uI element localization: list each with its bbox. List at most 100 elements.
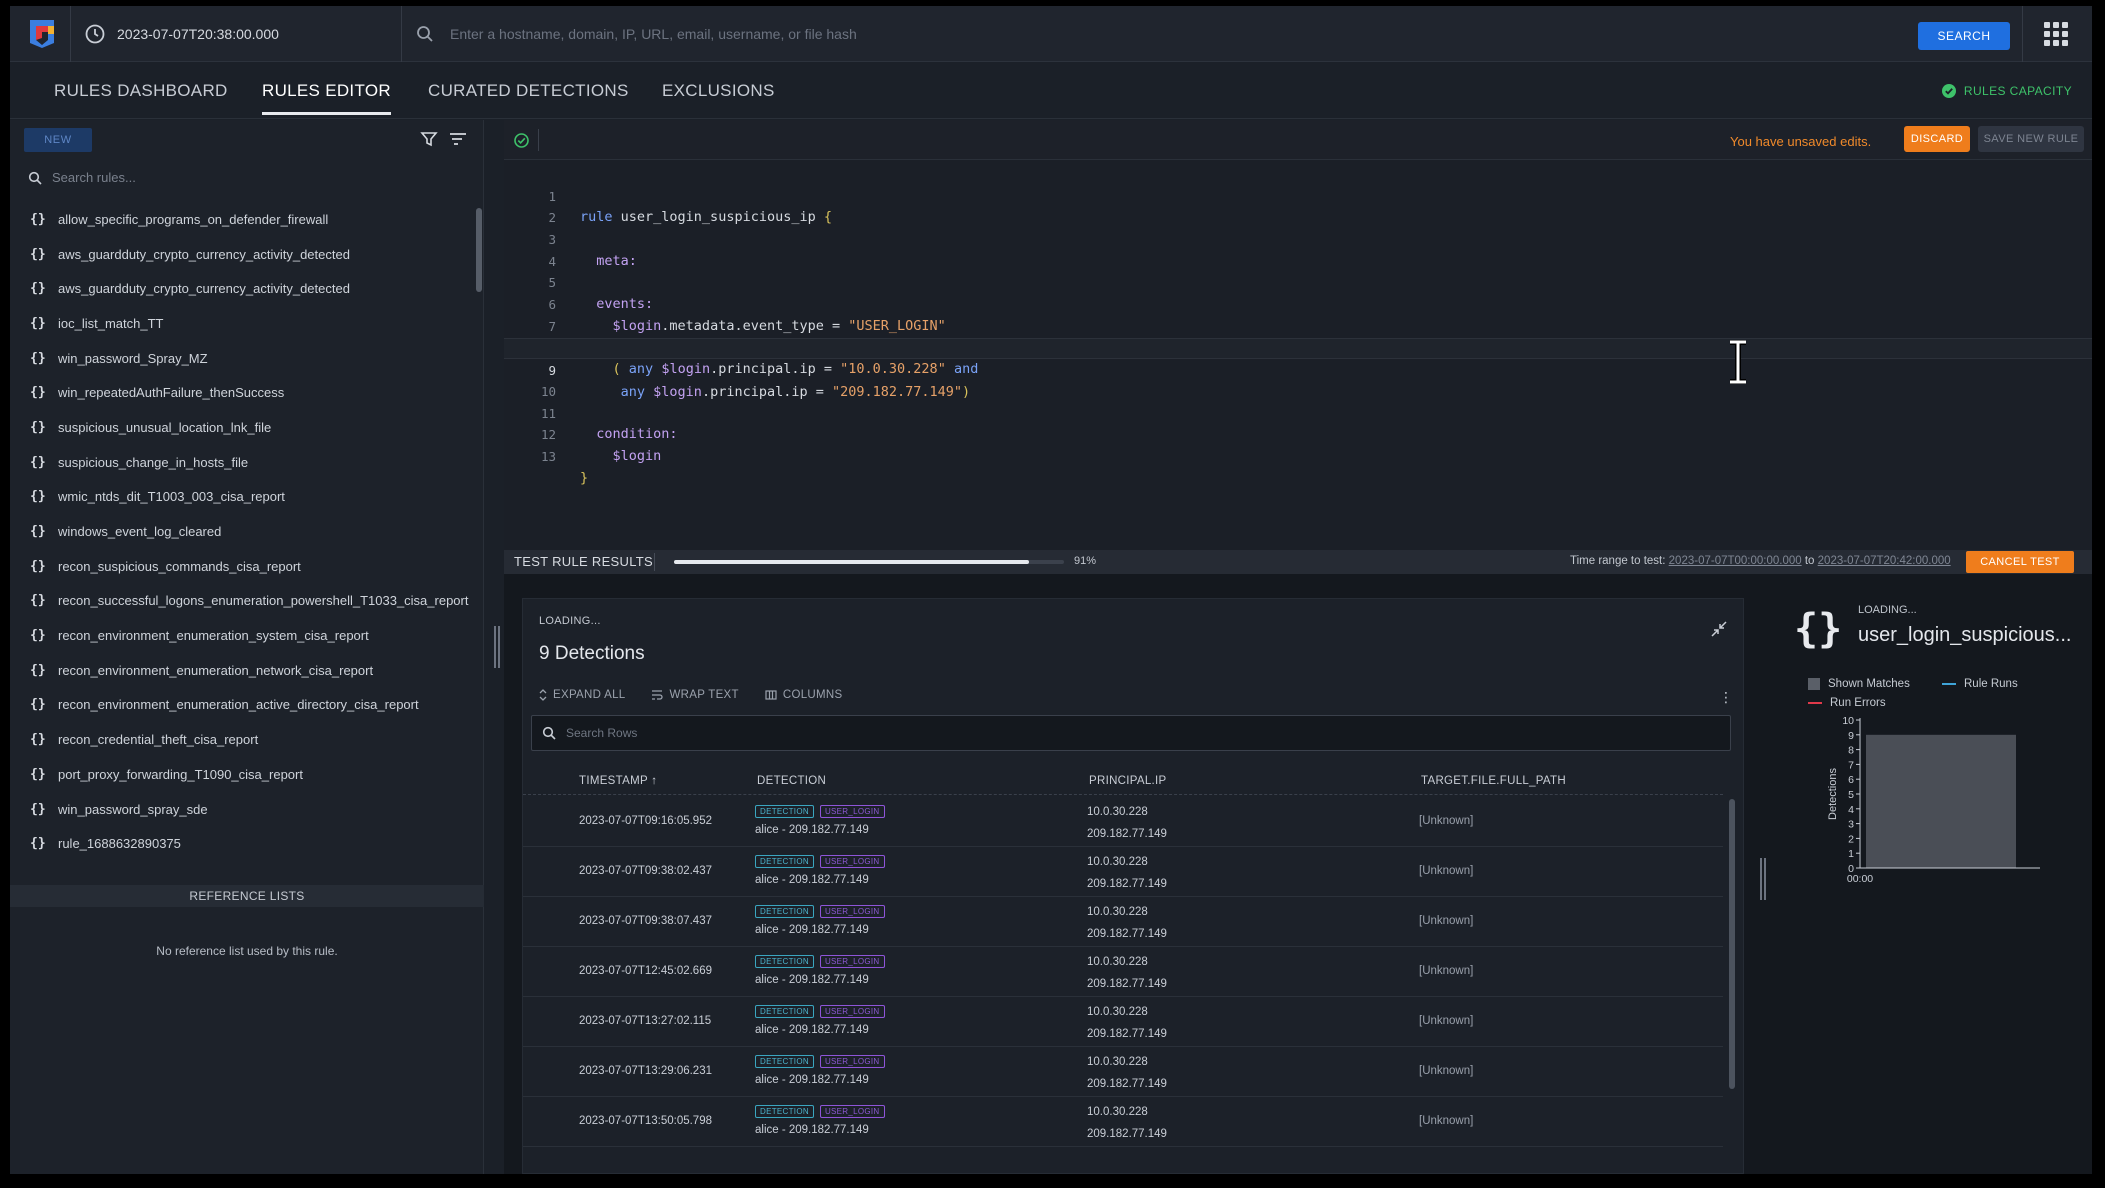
rule-list-item[interactable]: {} aws_guardduty_crypto_currency_activity… bbox=[10, 237, 484, 272]
rule-list-item[interactable]: {} recon_successful_logons_enumeration_po… bbox=[10, 584, 484, 619]
collapse-icon[interactable] bbox=[1711, 621, 1727, 637]
rule-list-item[interactable]: {} recon_suspicious_commands_cisa_report bbox=[10, 549, 484, 584]
tab-rules-editor[interactable]: RULES EDITOR bbox=[262, 81, 391, 115]
legend-run-errors[interactable]: Run Errors bbox=[1808, 697, 1886, 709]
column-header-timestamp[interactable]: TIMESTAMP ↑ bbox=[579, 775, 657, 787]
detection-tag[interactable]: DETECTION bbox=[755, 1105, 814, 1118]
rule-list-item[interactable]: {} ioc_list_match_TT bbox=[10, 306, 484, 341]
rule-list-item[interactable]: {} allow_specific_programs_on_defender_fi… bbox=[10, 202, 484, 237]
user-login-tag[interactable]: USER_LOGIN bbox=[819, 1005, 885, 1018]
rule-list-item[interactable]: {} recon_credential_theft_cisa_report bbox=[10, 722, 484, 757]
time-range-end[interactable]: 2023-07-07T20:42:00.000 bbox=[1818, 555, 1951, 567]
table-row[interactable]: 2023-07-07T13:50:05.798 DETECTION USER_LOG… bbox=[523, 1097, 1723, 1147]
more-options-icon[interactable]: ⋮ bbox=[1719, 689, 1733, 706]
code-line-current[interactable]: 9 any $login.principal.ip = "209.182.77.… bbox=[504, 337, 2092, 400]
row-timestamp: 2023-07-07T13:50:05.798 bbox=[579, 1115, 712, 1127]
columns-button[interactable]: COLUMNS bbox=[765, 689, 843, 701]
reference-lists-header[interactable]: REFERENCE LISTS bbox=[10, 885, 484, 907]
detection-tag[interactable]: DETECTION bbox=[755, 805, 814, 818]
code-line[interactable]: 8 ( any $login.principal.ip = "10.0.30.2… bbox=[504, 316, 2092, 378]
table-row[interactable]: 2023-07-07T09:38:07.437 DETECTION USER_LOG… bbox=[523, 897, 1723, 947]
column-header-detection[interactable]: DETECTION bbox=[757, 775, 826, 787]
code-line[interactable]: 2 bbox=[504, 186, 2092, 225]
tab-rules-dashboard[interactable]: RULES DASHBOARD bbox=[54, 81, 228, 101]
rule-list-item[interactable]: {} recon_environment_enumeration_active_d… bbox=[10, 688, 484, 723]
app-logo-icon[interactable] bbox=[28, 18, 56, 48]
code-line[interactable]: 11 condition: bbox=[504, 381, 2092, 443]
global-search[interactable]: Enter a hostname, domain, IP, URL, email… bbox=[416, 6, 1922, 62]
code-line[interactable]: 4 bbox=[504, 229, 2092, 269]
column-header-principal-ip[interactable]: PRINCIPAL.IP bbox=[1089, 775, 1167, 787]
sort-icon[interactable] bbox=[448, 130, 468, 148]
rules-capacity[interactable]: RULES CAPACITY bbox=[1941, 84, 2072, 98]
filter-icon[interactable] bbox=[420, 130, 438, 148]
code-line[interactable]: 12 $login bbox=[504, 403, 2092, 464]
tab-exclusions[interactable]: EXCLUSIONS bbox=[662, 81, 775, 101]
table-row[interactable]: 2023-07-07T13:27:02.115 DETECTION USER_LOG… bbox=[523, 997, 1723, 1047]
sidebar-resize-handle[interactable] bbox=[494, 626, 500, 668]
code-line[interactable]: 7 bbox=[504, 294, 2092, 334]
wrap-text-button[interactable]: WRAP TEXT bbox=[651, 689, 739, 701]
tab-curated-detections[interactable]: CURATED DETECTIONS bbox=[428, 81, 629, 101]
rule-list-item[interactable]: {} rule_1688632890375 bbox=[10, 826, 484, 861]
search-icon bbox=[28, 171, 42, 185]
detection-tag[interactable]: DETECTION bbox=[755, 1055, 814, 1068]
code-line[interactable]: 3 meta: bbox=[504, 207, 2092, 269]
rule-list-item[interactable]: {} win_password_spray_sde bbox=[10, 792, 484, 827]
rule-search[interactable]: Search rules... bbox=[28, 170, 136, 185]
code-area[interactable]: 1 rule user_login_suspicious_ip { 2 3 me… bbox=[504, 164, 2092, 486]
app-launcher-icon[interactable] bbox=[2044, 22, 2068, 46]
table-scrollbar[interactable] bbox=[1729, 799, 1735, 1089]
rule-list-item[interactable]: {} recon_environment_enumeration_network_… bbox=[10, 653, 484, 688]
expand-all-button[interactable]: EXPAND ALL bbox=[539, 689, 625, 701]
rule-list-item[interactable]: {} recon_environment_enumeration_system_c… bbox=[10, 618, 484, 653]
cancel-test-button[interactable]: CANCEL TEST bbox=[1966, 551, 2074, 573]
rule-search-input[interactable]: Search rules... bbox=[52, 170, 136, 185]
code-line[interactable]: 6 $login.metadata.event_type = "USER_LOG… bbox=[504, 272, 2092, 334]
row-search[interactable]: Search Rows bbox=[531, 715, 1731, 751]
table-row[interactable]: 2023-07-07T09:38:02.437 DETECTION USER_LOG… bbox=[523, 847, 1723, 897]
new-rule-button[interactable]: NEW bbox=[24, 128, 92, 152]
rule-list-item[interactable]: {} port_proxy_forwarding_T1090_cisa_repor… bbox=[10, 757, 484, 792]
user-login-tag[interactable]: USER_LOGIN bbox=[819, 1105, 885, 1118]
rule-list-item[interactable]: {} suspicious_unusual_location_lnk_file bbox=[10, 410, 484, 445]
rule-list-item[interactable]: {} win_repeatedAuthFailure_thenSuccess bbox=[10, 375, 484, 410]
user-login-tag[interactable]: USER_LOGIN bbox=[819, 905, 885, 918]
user-login-tag[interactable]: USER_LOGIN bbox=[819, 805, 885, 818]
rule-list-item[interactable]: {} aws_guardduty_crypto_currency_activity… bbox=[10, 271, 484, 306]
detection-tag[interactable]: DETECTION bbox=[755, 1005, 814, 1018]
code-editor[interactable]: You have unsaved edits. DISCARD SAVE NEW… bbox=[504, 120, 2092, 550]
discard-button[interactable]: DISCARD bbox=[1904, 126, 1970, 152]
table-row[interactable]: 2023-07-07T09:16:05.952 DETECTION USER_LOG… bbox=[523, 797, 1723, 847]
time-range-start[interactable]: 2023-07-07T00:00:00.000 bbox=[1669, 555, 1802, 567]
row-principal-ip: 10.0.30.228 bbox=[1087, 1006, 1148, 1018]
code-line[interactable]: 10 bbox=[504, 359, 2092, 399]
columns-icon bbox=[765, 690, 777, 700]
table-row[interactable]: 2023-07-07T13:29:06.231 DETECTION USER_LOG… bbox=[523, 1047, 1723, 1097]
detection-tag[interactable]: DETECTION bbox=[755, 955, 814, 968]
sidebar-scrollbar[interactable] bbox=[476, 208, 482, 292]
time-picker[interactable]: 2023-07-07T20:38:00.000 bbox=[70, 6, 402, 62]
global-search-input[interactable]: Enter a hostname, domain, IP, URL, email… bbox=[450, 26, 857, 42]
column-header-target-file-path[interactable]: TARGET.FILE.FULL_PATH bbox=[1421, 775, 1566, 787]
legend-shown-matches[interactable]: Shown Matches bbox=[1808, 678, 1910, 690]
rule-braces-icon: {} bbox=[30, 697, 46, 713]
results-resize-handle[interactable] bbox=[1760, 858, 1766, 900]
user-login-tag[interactable]: USER_LOGIN bbox=[819, 1055, 885, 1068]
search-button[interactable]: SEARCH bbox=[1918, 22, 2010, 50]
table-row[interactable]: 2023-07-07T12:45:02.669 DETECTION USER_LOG… bbox=[523, 947, 1723, 997]
user-login-tag[interactable]: USER_LOGIN bbox=[819, 855, 885, 868]
rule-list-item[interactable]: {} win_password_Spray_MZ bbox=[10, 341, 484, 376]
row-search-input[interactable]: Search Rows bbox=[566, 726, 637, 740]
rule-list-item[interactable]: {} windows_event_log_cleared bbox=[10, 514, 484, 549]
legend-rule-runs[interactable]: Rule Runs bbox=[1942, 678, 2018, 690]
rule-list-item[interactable]: {} wmic_ntds_dit_T1003_003_cisa_report bbox=[10, 480, 484, 515]
save-new-rule-button[interactable]: SAVE NEW RULE bbox=[1978, 126, 2084, 152]
code-line[interactable]: 13 } bbox=[504, 424, 2092, 486]
code-line[interactable]: 5 events: bbox=[504, 251, 2092, 312]
rule-list-item[interactable]: {} suspicious_change_in_hosts_file bbox=[10, 445, 484, 480]
detection-tag[interactable]: DETECTION bbox=[755, 855, 814, 868]
user-login-tag[interactable]: USER_LOGIN bbox=[819, 955, 885, 968]
detection-tag[interactable]: DETECTION bbox=[755, 905, 814, 918]
code-line[interactable]: 1 rule user_login_suspicious_ip { bbox=[504, 164, 2092, 226]
